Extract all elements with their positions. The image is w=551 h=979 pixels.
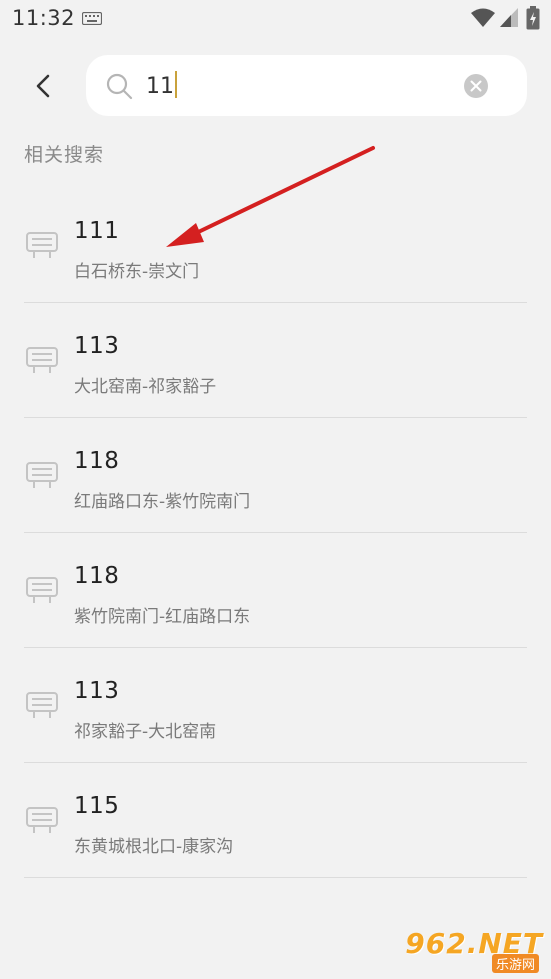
route-number: 115: [74, 793, 120, 819]
watermark-sub-text: 乐游网: [491, 954, 539, 973]
text-caret: [175, 71, 177, 98]
route-stops: 东黄城根北口-康家沟: [74, 837, 234, 857]
search-bar[interactable]: 11: [86, 55, 527, 116]
bus-icon: [26, 577, 58, 603]
bus-icon: [26, 347, 58, 373]
bus-icon: [26, 807, 58, 833]
results-list: 111 白石桥东-崇文门 113 大北窑南-祁家豁子 118 红庙路口东-紫竹院…: [0, 188, 551, 878]
route-stops: 红庙路口东-紫竹院南门: [74, 492, 251, 512]
list-item[interactable]: 113 大北窑南-祁家豁子: [0, 303, 551, 418]
route-number: 113: [74, 333, 120, 359]
wifi-icon: [471, 8, 495, 27]
status-time: 11:32: [12, 6, 76, 30]
route-number: 111: [74, 218, 120, 244]
search-icon: [106, 73, 133, 100]
search-input[interactable]: 11: [146, 71, 446, 101]
back-button[interactable]: [26, 68, 62, 104]
route-stops: 大北窑南-祁家豁子: [74, 377, 217, 397]
list-item[interactable]: 115 东黄城根北口-康家沟: [0, 763, 551, 878]
signal-icon: [500, 8, 518, 27]
list-item[interactable]: 111 白石桥东-崇文门: [0, 188, 551, 303]
list-item[interactable]: 118 紫竹院南门-红庙路口东: [0, 533, 551, 648]
back-arrow-icon: [36, 74, 50, 98]
status-bar: 11:32: [0, 0, 551, 38]
divider: [24, 877, 527, 878]
bus-icon: [26, 462, 58, 488]
search-query-text: 11: [146, 74, 174, 99]
bus-icon: [26, 692, 58, 718]
clear-icon[interactable]: [464, 74, 488, 98]
route-number: 113: [74, 678, 120, 704]
list-item[interactable]: 113 祁家豁子-大北窑南: [0, 648, 551, 763]
list-item[interactable]: 118 红庙路口东-紫竹院南门: [0, 418, 551, 533]
route-stops: 紫竹院南门-红庙路口东: [74, 607, 251, 627]
keyboard-icon: [82, 12, 102, 25]
route-stops: 祁家豁子-大北窑南: [74, 722, 217, 742]
route-number: 118: [74, 448, 120, 474]
bus-icon: [26, 232, 58, 258]
related-search-heading: 相关搜索: [24, 144, 105, 166]
battery-icon: [526, 6, 540, 30]
route-number: 118: [74, 563, 120, 589]
route-stops: 白石桥东-崇文门: [74, 262, 200, 282]
watermark-logo: 962.NET 乐游网: [405, 927, 543, 973]
